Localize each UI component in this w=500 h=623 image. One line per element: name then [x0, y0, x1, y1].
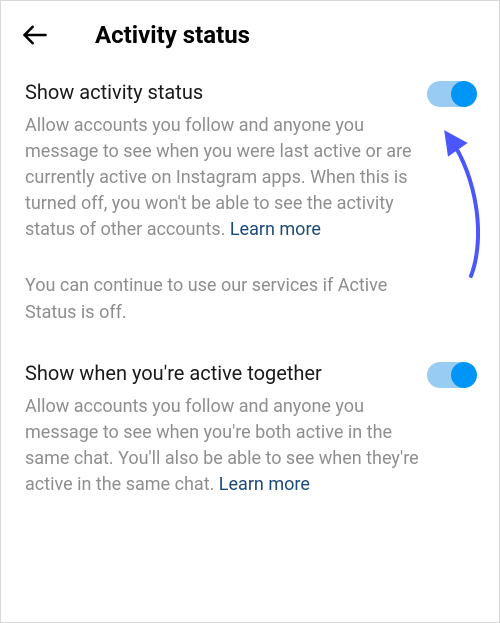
learn-more-link[interactable]: Learn more [230, 219, 321, 240]
setting-row: Show when you're active together [25, 360, 475, 388]
toggle-active-together[interactable] [427, 362, 475, 388]
toggle-knob [451, 81, 477, 107]
page-title: Activity status [95, 21, 250, 49]
toggle-activity-status[interactable] [427, 81, 475, 107]
back-button-wrap [21, 21, 81, 49]
description-text: Allow accounts you follow and anyone you… [25, 115, 412, 240]
toggle-knob [451, 362, 477, 388]
setting-row: Show activity status [25, 79, 475, 107]
setting-title: Show when you're active together [25, 360, 415, 386]
sub-note: You can continue to use our services if … [25, 273, 405, 325]
learn-more-link[interactable]: Learn more [219, 474, 310, 495]
setting-active-together: Show when you're active together Allow a… [25, 360, 475, 498]
content: Show activity status Allow accounts you … [1, 65, 499, 498]
header: Activity status [1, 1, 499, 65]
setting-description: Allow accounts you follow and anyone you… [25, 394, 435, 498]
setting-title: Show activity status [25, 79, 415, 105]
back-arrow-icon[interactable] [21, 21, 49, 49]
setting-description: Allow accounts you follow and anyone you… [25, 113, 435, 243]
setting-activity-status: Show activity status Allow accounts you … [25, 79, 475, 243]
